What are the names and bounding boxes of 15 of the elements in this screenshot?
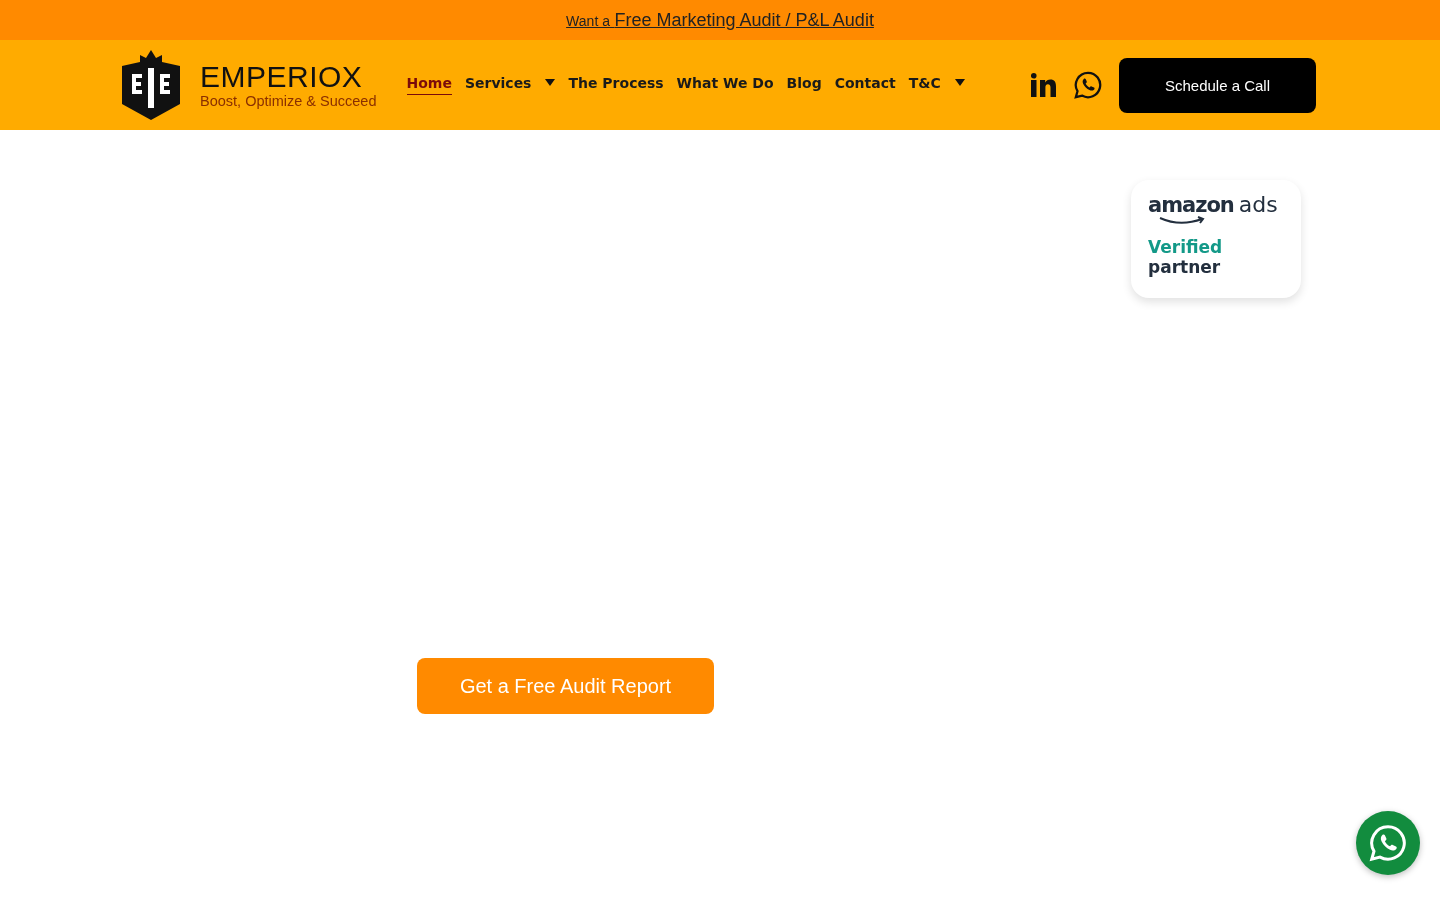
badge-label: partner	[1148, 257, 1222, 277]
nav-link[interactable]: What We Do	[676, 75, 774, 95]
brand-tagline: Boost, Optimize & Succeed	[200, 93, 377, 109]
brand-name: EMPERIOX	[200, 61, 364, 93]
nav-link[interactable]: Home	[406, 75, 452, 95]
nav-link[interactable]: Blog	[786, 75, 822, 95]
audit-link[interactable]: Want a Free Marketing Audit / P&L Audit	[566, 9, 874, 31]
schedule-call-button[interactable]: Schedule a Call	[1119, 57, 1316, 113]
nav-link[interactable]: T&C	[908, 75, 965, 95]
logo-word: amazon	[1148, 193, 1234, 217]
nav-link[interactable]: Contact	[834, 75, 896, 95]
nav-link[interactable]: The Process	[568, 75, 664, 95]
nav-link[interactable]: Services	[464, 75, 556, 95]
badge-label: Verified	[1148, 237, 1224, 257]
logo-word: ads	[1238, 192, 1278, 217]
